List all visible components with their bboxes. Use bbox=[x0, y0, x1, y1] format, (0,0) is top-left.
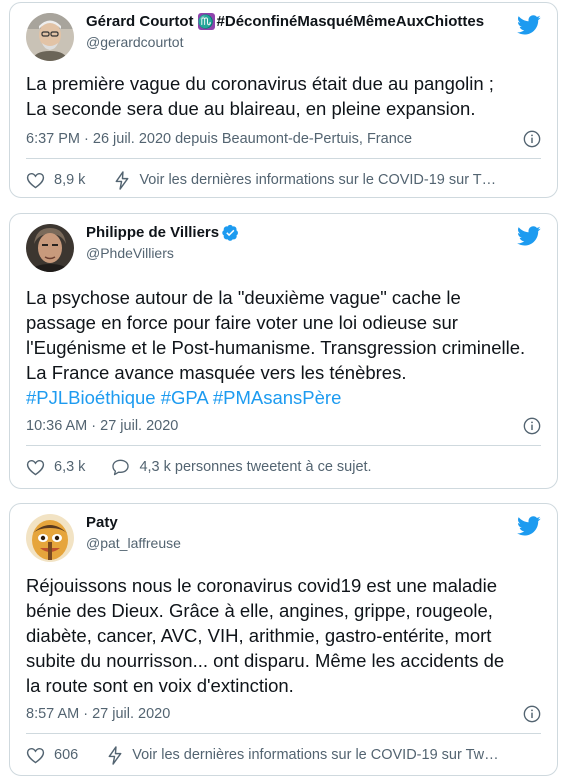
avatar[interactable] bbox=[26, 514, 74, 562]
tweet-text-line: Réjouissons nous le coronavirus covid19 … bbox=[26, 575, 497, 596]
covid-info-link[interactable]: Voir les dernières informations sur le C… bbox=[107, 745, 499, 765]
like-count: 606 bbox=[54, 747, 79, 763]
lightning-icon bbox=[108, 745, 122, 765]
scorpio-emoji-icon: ♏ bbox=[197, 13, 215, 30]
twitter-bird-icon[interactable] bbox=[517, 224, 541, 248]
tweet-text-line: La France avance masquée vers les ténèbr… bbox=[26, 362, 407, 383]
tweet-text-line: diabète, cancer, AVC, VIH, arithmie, gas… bbox=[26, 625, 492, 646]
speech-bubble-icon bbox=[112, 459, 130, 476]
user-handle[interactable]: @PhdeVilliers bbox=[86, 245, 174, 261]
tweet-timestamp[interactable]: 6:37 PM · 26 juil. 2020 depuis Beaumont-… bbox=[26, 131, 412, 147]
like-count: 6,3 k bbox=[54, 459, 86, 475]
tweet-actions: 606 Voir les dernières informations sur … bbox=[26, 744, 541, 766]
avatar[interactable] bbox=[26, 224, 74, 272]
tweet-card[interactable]: Paty @pat_laffreuse Réjouissons nous le … bbox=[9, 503, 558, 776]
hashtag-links[interactable]: #PJLBioéthique #GPA #PMAsansPère bbox=[26, 385, 541, 410]
display-name-suffix: #DéconfinéMasquéMêmeAuxChiottes bbox=[216, 13, 485, 30]
covid-info-link[interactable]: Voir les dernières informations sur le C… bbox=[114, 170, 497, 190]
like-count: 8,9 k bbox=[54, 172, 86, 188]
divider bbox=[26, 158, 541, 159]
user-handle[interactable]: @gerardcourtot bbox=[86, 34, 183, 50]
avatar[interactable] bbox=[26, 13, 74, 61]
info-icon[interactable] bbox=[523, 705, 541, 723]
display-name-text: Gérard Courtot bbox=[86, 13, 194, 30]
twitter-bird-icon[interactable] bbox=[517, 13, 541, 37]
tweet-text-line: La première vague du coronavirus était d… bbox=[26, 73, 494, 94]
tweet-timestamp[interactable]: 10:36 AM · 27 juil. 2020 bbox=[26, 418, 178, 434]
tweet-text-line: La psychose autour de la "deuxième vague… bbox=[26, 287, 461, 308]
tweet-actions: 6,3 k 4,3 k personnes tweetent à ce suje… bbox=[26, 456, 541, 478]
like-button[interactable]: 8,9 k bbox=[26, 171, 85, 189]
user-handle[interactable]: @pat_laffreuse bbox=[86, 535, 181, 551]
conversation-text: 4,3 k personnes tweetent à ce sujet. bbox=[139, 459, 372, 475]
tweet-card[interactable]: Gérard Courtot ♏ #DéconfinéMasquéMêmeAux… bbox=[9, 2, 558, 198]
tweet-actions: 8,9 k Voir les dernières informations su… bbox=[26, 169, 541, 191]
display-name[interactable]: Philippe de Villiers bbox=[86, 224, 239, 241]
covid-info-text: Voir les dernières informations sur le C… bbox=[139, 172, 497, 188]
conversation-link[interactable]: 4,3 k personnes tweetent à ce sujet. bbox=[111, 458, 372, 476]
verified-badge-icon bbox=[222, 224, 239, 241]
heart-icon bbox=[26, 172, 45, 189]
heart-icon bbox=[26, 747, 45, 764]
heart-icon bbox=[26, 459, 45, 476]
tweet-card[interactable]: Philippe de Villiers @PhdeVilliers La ps… bbox=[9, 213, 558, 489]
divider bbox=[26, 733, 541, 734]
info-icon[interactable] bbox=[523, 130, 541, 148]
display-name[interactable]: Paty bbox=[86, 514, 118, 531]
covid-info-text: Voir les dernières informations sur le C… bbox=[132, 747, 499, 763]
tweet-text-line: la route sont en voix d'extinction. bbox=[26, 675, 294, 696]
tweet-text: Réjouissons nous le coronavirus covid19 … bbox=[26, 573, 541, 698]
divider bbox=[26, 445, 541, 446]
tweet-text: La première vague du coronavirus était d… bbox=[26, 71, 541, 121]
tweet-text-line: subite du nourrisson... ont disparu. Mêm… bbox=[26, 650, 505, 671]
tweet-text-line: passage en force pour faire voter une lo… bbox=[26, 312, 458, 333]
tweet-text-line: l'Eugénisme et le Post-humanisme. Transg… bbox=[26, 337, 526, 358]
display-name[interactable]: Gérard Courtot ♏ #DéconfinéMasquéMêmeAux… bbox=[86, 13, 484, 30]
like-button[interactable]: 606 bbox=[26, 746, 78, 764]
tweet-text-line: bénie des Dieux. Grâce à elle, angines, … bbox=[26, 600, 493, 621]
display-name-text: Philippe de Villiers bbox=[86, 224, 220, 241]
twitter-bird-icon[interactable] bbox=[517, 514, 541, 538]
info-icon[interactable] bbox=[523, 417, 541, 435]
lightning-icon bbox=[116, 170, 129, 190]
like-button[interactable]: 6,3 k bbox=[26, 458, 85, 476]
tweet-text-line: La seconde sera due au blaireau, en plei… bbox=[26, 98, 476, 119]
display-name-text: Paty bbox=[86, 514, 118, 531]
tweet-text: La psychose autour de la "deuxième vague… bbox=[26, 285, 541, 410]
tweet-timestamp[interactable]: 8:57 AM · 27 juil. 2020 bbox=[26, 706, 170, 722]
